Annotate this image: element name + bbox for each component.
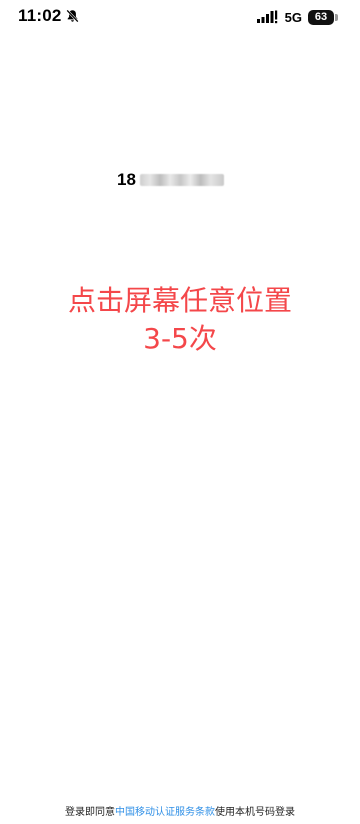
signal-icon (256, 10, 277, 24)
battery-cap (335, 13, 338, 21)
agreement-prefix: 登录即同意 (65, 807, 115, 818)
masked-phone-number: 18 (117, 170, 224, 190)
battery-icon: 63 (308, 9, 338, 25)
status-time: 11:02 (18, 6, 62, 25)
login-agreement: 登录即同意中国移动认证服务条款使用本机号码登录 (0, 806, 360, 820)
service-terms-link[interactable]: 中国移动认证服务条款 (115, 807, 215, 818)
agreement-suffix: 使用本机号码登录 (215, 807, 295, 818)
instruction-line-2: 3-5次 (143, 322, 217, 355)
status-indicators: 5G 63 (256, 8, 338, 26)
status-bar: 11:02 5G 63 (0, 0, 360, 34)
network-type: 5G (284, 9, 302, 25)
bell-off-icon (66, 9, 79, 23)
battery-level: 63 (314, 10, 328, 23)
phone-prefix: 18 (117, 170, 136, 189)
instruction-line-1: 点击屏幕任意位置 (67, 284, 292, 317)
phone-mask-blur (139, 174, 224, 186)
